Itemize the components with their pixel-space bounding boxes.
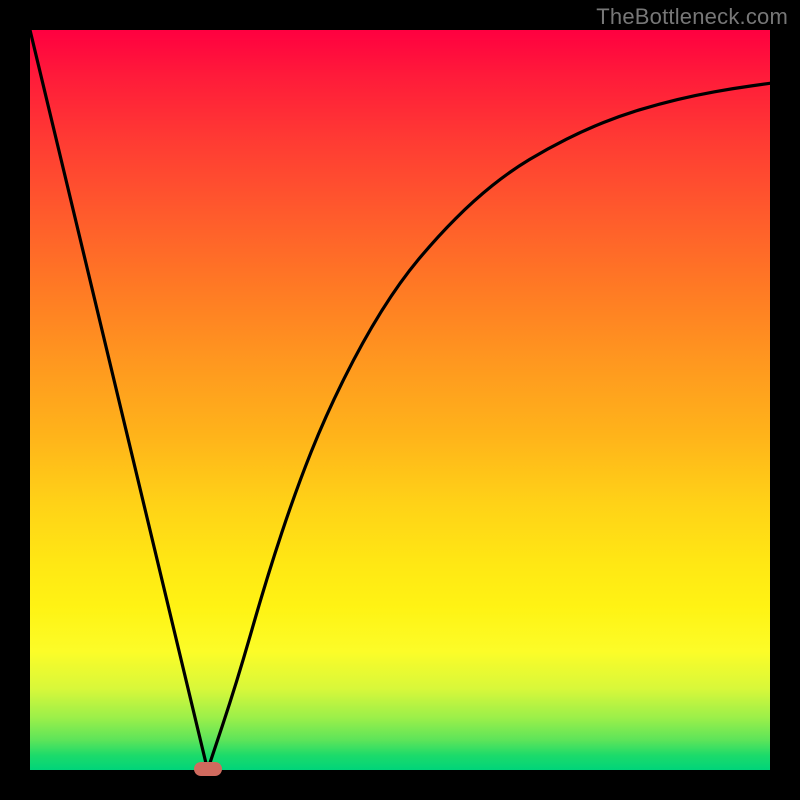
curve-path <box>30 30 770 770</box>
chart-frame: TheBottleneck.com <box>0 0 800 800</box>
attribution-text: TheBottleneck.com <box>596 4 788 30</box>
bottleneck-curve <box>30 30 770 770</box>
plot-area <box>30 30 770 770</box>
optimum-marker <box>194 762 222 776</box>
